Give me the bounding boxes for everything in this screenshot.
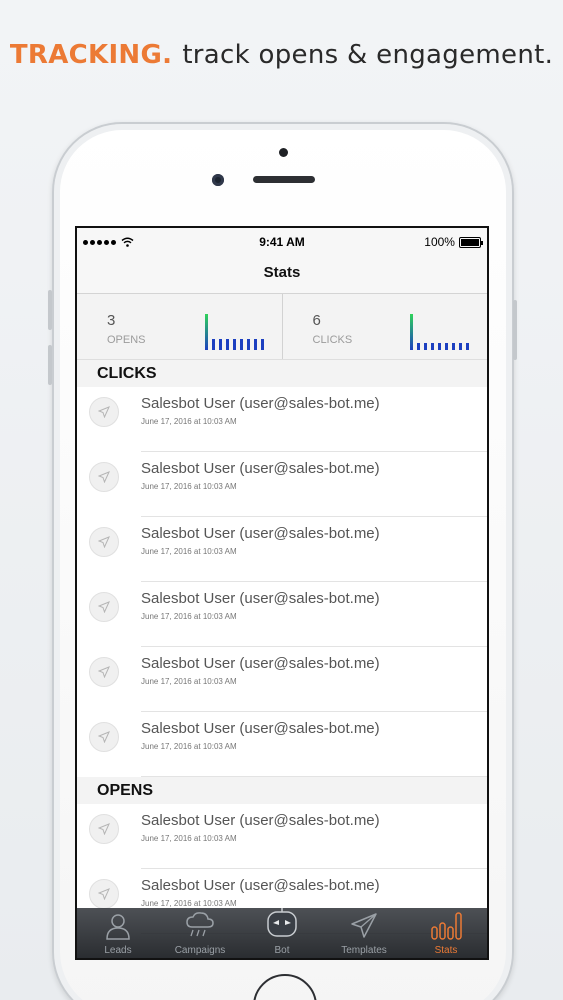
sparkline-bar [466, 343, 469, 350]
sparkline-bar [211, 339, 215, 350]
home-button[interactable] [253, 974, 317, 1000]
sparkline-bar [410, 314, 413, 350]
opens-count: 3 [107, 312, 116, 329]
volume-down-button [48, 345, 52, 385]
sparkline-bar [424, 343, 427, 350]
sparkline-bar [452, 343, 455, 350]
paper-plane-icon [89, 462, 119, 492]
tab-bar: Leads Campaigns Bot Templates Stats [77, 908, 487, 958]
wifi-icon [121, 237, 134, 247]
status-time: 9:41 AM [259, 235, 305, 249]
tab-label: Stats [434, 945, 458, 956]
clicks-list: Salesbot User (user@sales-bot.me) June 17… [77, 387, 487, 777]
paper-plane-icon [89, 814, 119, 844]
sparkline-bar [232, 339, 236, 350]
tab-label: Leads [104, 945, 132, 956]
opens-summary[interactable]: 3 OPENS [77, 294, 282, 359]
battery-percent: 100% [424, 235, 455, 249]
power-button [513, 300, 517, 360]
paper-plane-icon [351, 913, 377, 938]
front-camera [212, 174, 224, 186]
signal-icon [83, 239, 116, 245]
item-date: June 17, 2016 at 10:03 AM [141, 547, 237, 556]
item-name: Salesbot User (user@sales-bot.me) [141, 655, 380, 672]
tab-campaigns[interactable]: Campaigns [159, 908, 241, 958]
status-bar: 9:41 AM 100% [77, 228, 487, 256]
cloud-rain-icon [186, 912, 214, 937]
item-date: June 17, 2016 at 10:03 AM [141, 899, 237, 908]
bar-chart-icon [431, 912, 462, 940]
phone-sensor [279, 148, 288, 157]
item-date: June 17, 2016 at 10:03 AM [141, 482, 237, 491]
list-item[interactable]: Salesbot User (user@sales-bot.me) June 17… [77, 582, 487, 647]
sparkline-bar [459, 343, 462, 350]
sparkline-bar [431, 343, 434, 350]
paper-plane-icon [89, 722, 119, 752]
list-item[interactable]: Salesbot User (user@sales-bot.me) June 17… [77, 517, 487, 582]
tab-label: Campaigns [174, 945, 226, 956]
opens-sparkline [204, 314, 264, 350]
battery-icon [458, 236, 483, 248]
sparkline-bar [438, 343, 441, 350]
paper-plane-icon [89, 879, 119, 909]
clicks-count: 6 [312, 312, 321, 329]
clicks-sparkline [410, 314, 469, 350]
paper-plane-icon [89, 592, 119, 622]
sparkline-bar [225, 339, 229, 350]
headline: TRACKING. track opens & engagement. [0, 40, 563, 70]
list-item[interactable]: Salesbot User (user@sales-bot.me) June 17… [77, 712, 487, 777]
headline-accent: TRACKING. [9, 40, 173, 70]
sparkline-bar [239, 339, 243, 350]
item-date: June 17, 2016 at 10:03 AM [141, 677, 237, 686]
tab-label: Templates [341, 945, 387, 956]
sparkline-bar [218, 339, 222, 350]
stats-summary: 3 OPENS 6 CLICKS [77, 294, 487, 360]
list-item[interactable]: Salesbot User (user@sales-bot.me) June 17… [77, 804, 487, 869]
tab-bot[interactable]: Bot [241, 908, 323, 958]
opens-section-header: OPENS [77, 777, 487, 804]
volume-up-button [48, 290, 52, 330]
sparkline-bar [260, 339, 264, 350]
item-name: Salesbot User (user@sales-bot.me) [141, 460, 380, 477]
robot-icon [267, 908, 297, 937]
sparkline-bar [246, 339, 250, 350]
sparkline-bar [445, 343, 448, 350]
item-name: Salesbot User (user@sales-bot.me) [141, 395, 380, 412]
phone-screen: 9:41 AM 100% Stats 3 OPENS 6 CLICKS CLIC… [75, 226, 489, 960]
list-item[interactable]: Salesbot User (user@sales-bot.me) June 17… [77, 387, 487, 452]
opens-label: OPENS [107, 334, 146, 346]
clicks-summary[interactable]: 6 CLICKS [281, 294, 488, 359]
tab-templates[interactable]: Templates [323, 908, 405, 958]
tab-label: Bot [274, 945, 290, 956]
paper-plane-icon [89, 527, 119, 557]
item-date: June 17, 2016 at 10:03 AM [141, 834, 237, 843]
page-title: Stats [77, 256, 487, 294]
item-date: June 17, 2016 at 10:03 AM [141, 612, 237, 621]
paper-plane-icon [89, 397, 119, 427]
sparkline-bar [417, 343, 420, 350]
paper-plane-icon [89, 657, 119, 687]
item-name: Salesbot User (user@sales-bot.me) [141, 590, 380, 607]
tab-stats[interactable]: Stats [405, 908, 487, 958]
item-name: Salesbot User (user@sales-bot.me) [141, 812, 380, 829]
clicks-section-header: CLICKS [77, 360, 487, 387]
item-name: Salesbot User (user@sales-bot.me) [141, 877, 380, 894]
sparkline-bar [253, 339, 257, 350]
item-date: June 17, 2016 at 10:03 AM [141, 742, 237, 751]
list-item[interactable]: Salesbot User (user@sales-bot.me) June 17… [77, 647, 487, 712]
list-item[interactable]: Salesbot User (user@sales-bot.me) June 17… [77, 452, 487, 517]
item-name: Salesbot User (user@sales-bot.me) [141, 525, 380, 542]
item-date: June 17, 2016 at 10:03 AM [141, 417, 237, 426]
clicks-label: CLICKS [312, 334, 353, 346]
tab-leads[interactable]: Leads [77, 908, 159, 958]
phone-speaker [253, 176, 315, 183]
item-name: Salesbot User (user@sales-bot.me) [141, 720, 380, 737]
person-icon [106, 914, 130, 940]
headline-text: track opens & engagement. [182, 40, 554, 70]
sparkline-bar [204, 314, 208, 350]
